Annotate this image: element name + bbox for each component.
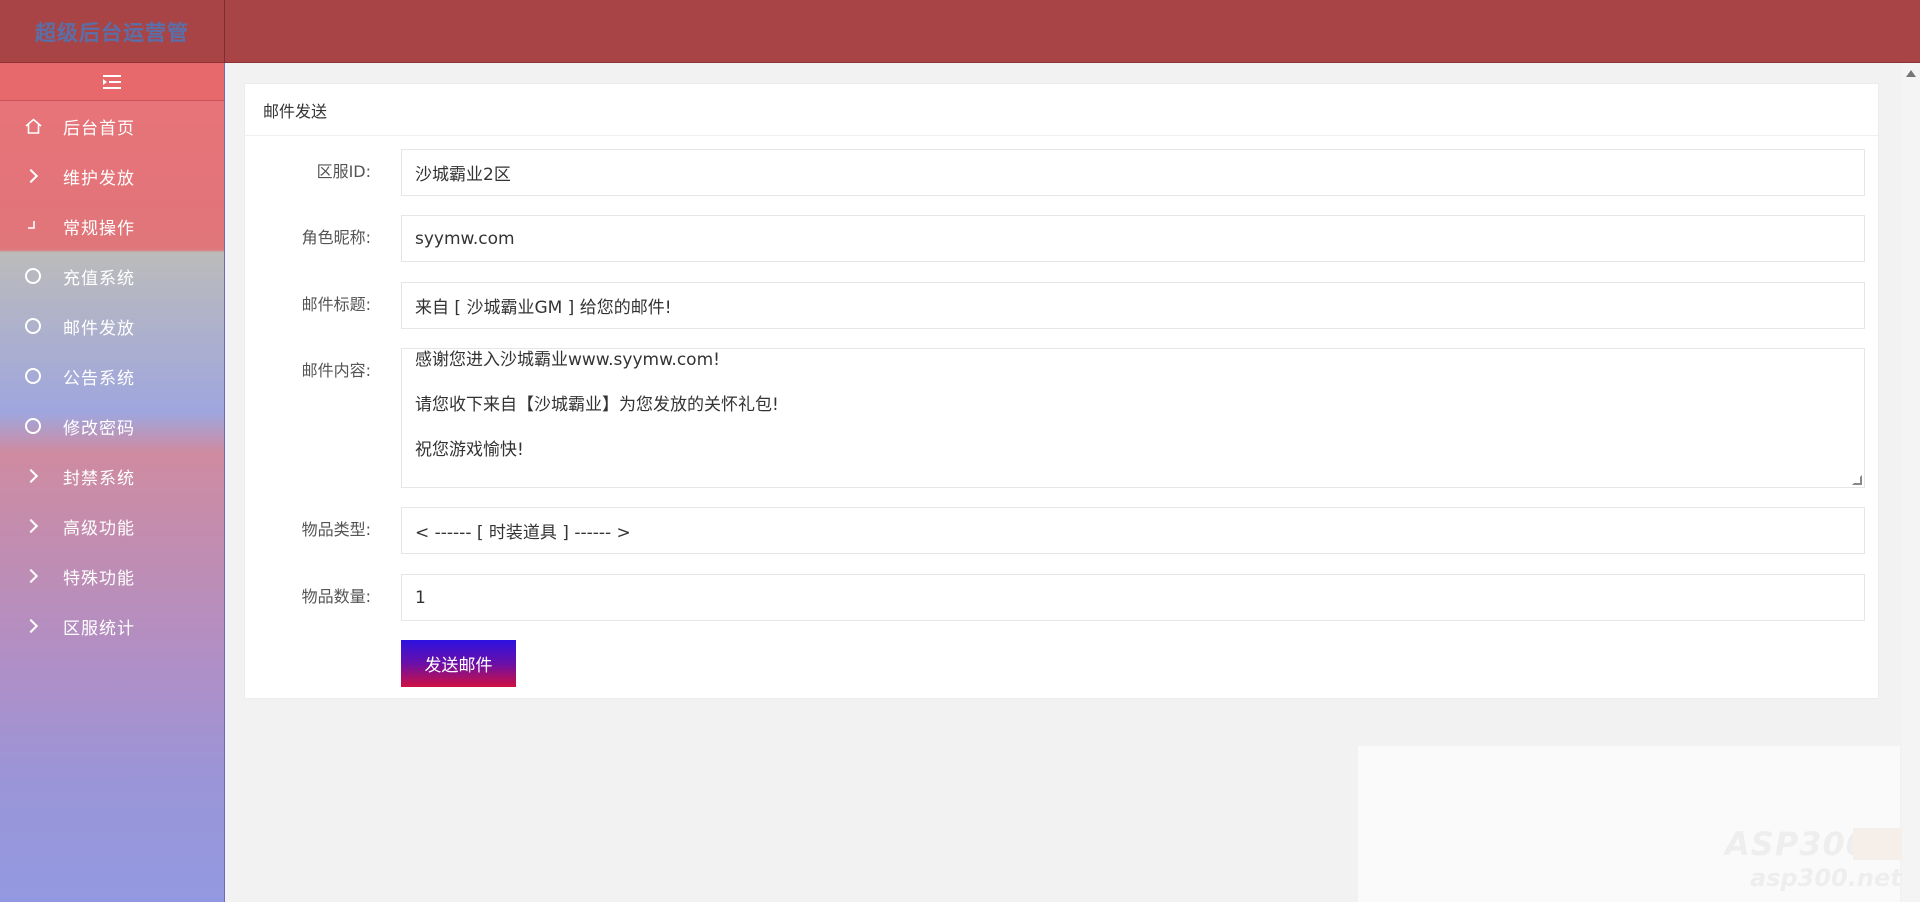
sidebar-item-special[interactable]: 特殊功能 bbox=[0, 551, 224, 601]
item-type-select[interactable]: < ------ [ 时装道具 ] ------ > bbox=[401, 507, 1865, 554]
chevron-right-icon bbox=[18, 568, 48, 584]
sidebar-item-stats[interactable]: 区服统计 bbox=[0, 601, 224, 651]
watermark-logo: ASP300 bbox=[1725, 825, 1870, 863]
menu-fold-icon bbox=[103, 74, 121, 89]
sidebar-item-label: 特殊功能 bbox=[63, 568, 135, 589]
circle-icon bbox=[18, 368, 48, 384]
corner-icon bbox=[18, 220, 48, 232]
sidebar-item-label: 高级功能 bbox=[63, 518, 135, 539]
chevron-right-icon bbox=[18, 618, 48, 634]
sidebar-item-mail[interactable]: 邮件发放 bbox=[0, 301, 224, 351]
sidebar-item-label: 区服统计 bbox=[63, 618, 135, 639]
role-name-input[interactable]: syymw.com bbox=[401, 215, 1865, 262]
sidebar-item-recharge[interactable]: 充值系统 bbox=[0, 251, 224, 301]
subject-label: 邮件标题: bbox=[301, 295, 371, 314]
chevron-right-icon bbox=[18, 518, 48, 534]
mail-send-panel: 邮件发送 区服ID: 沙城霸业2区 角色昵称: syymw.com 邮件标题: … bbox=[244, 83, 1879, 699]
item-type-label: 物品类型: bbox=[301, 520, 371, 539]
mail-content-textarea[interactable]: 感谢您进入沙城霸业www.syymw.com! 请您收下来自【沙城霸业】为您发放… bbox=[401, 348, 1865, 488]
sidebar-item-label: 常规操作 bbox=[63, 218, 135, 239]
circle-icon bbox=[18, 318, 48, 334]
sidebar-item-label: 维护发放 bbox=[63, 168, 135, 189]
sidebar-item-home[interactable]: 后台首页 bbox=[0, 101, 224, 151]
chevron-right-icon bbox=[18, 168, 48, 184]
content-line: 感谢您进入沙城霸业www.syymw.com! bbox=[415, 350, 720, 370]
sidebar-toggle-button[interactable] bbox=[0, 63, 224, 101]
item-count-input[interactable]: 1 bbox=[401, 574, 1865, 621]
sidebar-item-ban[interactable]: 封禁系统 bbox=[0, 451, 224, 501]
home-icon bbox=[18, 118, 48, 134]
item-count-label: 物品数量: bbox=[301, 587, 371, 606]
resize-handle-icon[interactable] bbox=[1852, 475, 1862, 485]
server-label: 区服ID: bbox=[316, 162, 371, 181]
scroll-up-icon[interactable] bbox=[1906, 70, 1916, 77]
circle-icon bbox=[18, 418, 48, 434]
sidebar-item-label: 充值系统 bbox=[63, 268, 135, 289]
top-header: 超级后台运营管 bbox=[0, 0, 1920, 63]
send-mail-button[interactable]: 发送邮件 bbox=[401, 640, 516, 687]
sidebar-item-label: 公告系统 bbox=[63, 368, 135, 389]
chevron-right-icon bbox=[18, 468, 48, 484]
server-id-input[interactable]: 沙城霸业2区 bbox=[401, 149, 1865, 196]
sidebar-item-notice[interactable]: 公告系统 bbox=[0, 351, 224, 401]
sidebar-item-label: 后台首页 bbox=[63, 118, 135, 139]
panel-title: 邮件发送 bbox=[245, 84, 1878, 136]
watermark-badge bbox=[1853, 828, 1902, 860]
content-line: 请您收下来自【沙城霸业】为您发放的关怀礼包! bbox=[415, 395, 779, 415]
sidebar-item-label: 邮件发放 bbox=[63, 318, 135, 339]
brand-title: 超级后台运营管 bbox=[0, 0, 225, 63]
sidebar-item-routine[interactable]: 常规操作 bbox=[0, 201, 224, 251]
sidebar: 后台首页 维护发放 常规操作 充值系统 邮件发放 公告系统 修改密码 封禁系统 … bbox=[0, 63, 225, 902]
sidebar-item-password[interactable]: 修改密码 bbox=[0, 401, 224, 451]
content-label: 邮件内容: bbox=[301, 361, 371, 380]
page-scrollbar[interactable] bbox=[1902, 63, 1920, 902]
sidebar-item-label: 封禁系统 bbox=[63, 468, 135, 489]
sidebar-item-maintenance[interactable]: 维护发放 bbox=[0, 151, 224, 201]
sidebar-item-advanced[interactable]: 高级功能 bbox=[0, 501, 224, 551]
role-label: 角色昵称: bbox=[301, 228, 371, 247]
circle-icon bbox=[18, 268, 48, 284]
content-line: 祝您游戏愉快! bbox=[415, 440, 524, 460]
mail-subject-input[interactable]: 来自 [ 沙城霸业GM ] 给您的邮件! bbox=[401, 282, 1865, 329]
sidebar-item-label: 修改密码 bbox=[63, 418, 135, 439]
watermark-url: asp300.net bbox=[1750, 864, 1902, 892]
